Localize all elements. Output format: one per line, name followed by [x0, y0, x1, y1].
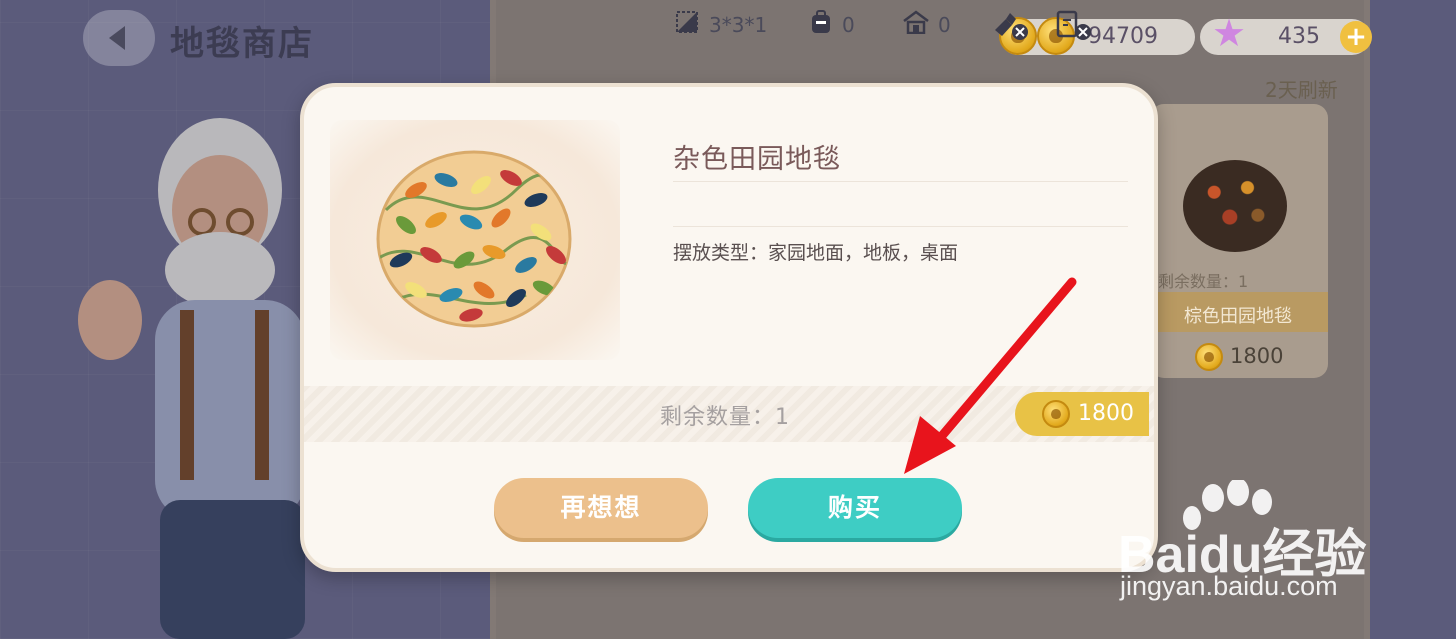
- item-name: 杂色田园地毯: [673, 144, 841, 175]
- back-button[interactable]: [83, 10, 155, 66]
- add-currency-button[interactable]: +: [1340, 21, 1372, 53]
- refresh-timer: 2天刷新: [1265, 78, 1338, 102]
- brown-rug-image: [1183, 160, 1287, 252]
- purple-star-icon: ★: [1212, 11, 1247, 55]
- shop-item-name: 棕色田园地毯: [1184, 306, 1292, 327]
- house-icon: [903, 10, 929, 34]
- bag-count: 0: [842, 13, 855, 37]
- watermark-url: jingyan.baidu.com: [1120, 571, 1338, 601]
- shop-item-remaining: 剩余数量：1: [1158, 272, 1249, 291]
- colorful-rug-image: [376, 150, 572, 328]
- page-title: 地毯商店: [170, 24, 314, 64]
- acorn-coin-icon: [1195, 343, 1223, 371]
- annotation-arrow: [904, 277, 1077, 474]
- cancel-button[interactable]: 再想想: [494, 478, 708, 538]
- chevron-left-icon: [109, 26, 125, 50]
- item-stats-row: [673, 181, 1128, 227]
- remaining-quantity: 剩余数量：1: [660, 405, 790, 430]
- backpack-icon: [812, 10, 830, 33]
- home-count: 0: [938, 13, 951, 37]
- item-size: 3*3*1: [709, 13, 768, 37]
- no-dye-icon: [995, 13, 1028, 40]
- shop-item-price: 1800: [1230, 344, 1284, 368]
- no-trade-icon: [1056, 10, 1091, 40]
- coin-balance: 94709: [1088, 24, 1158, 49]
- size-icon: [676, 11, 698, 33]
- star-balance: 435: [1278, 24, 1320, 49]
- placement-type: 摆放类型：家园地面，地板，桌面: [673, 242, 959, 264]
